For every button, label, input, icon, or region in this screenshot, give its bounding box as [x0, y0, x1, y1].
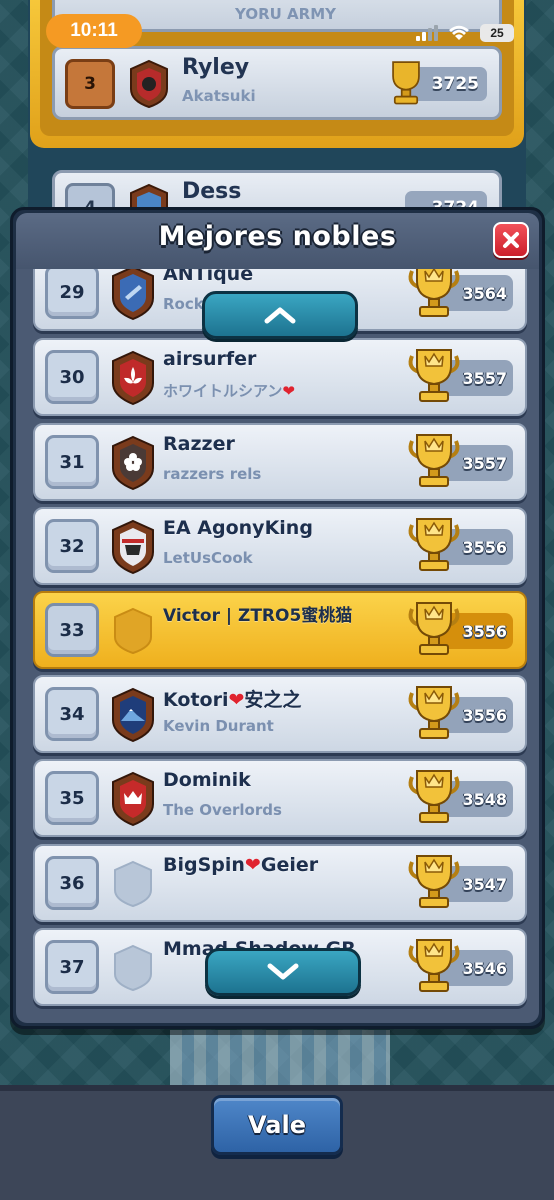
player-name: ANTique	[163, 269, 254, 285]
trophy-icon	[408, 939, 460, 992]
player-name-suffix: 安之之	[244, 689, 302, 711]
trophy-icon	[408, 434, 460, 487]
chevron-down-icon	[267, 963, 299, 980]
signal-icon	[416, 25, 438, 41]
clan-badge-icon	[112, 350, 154, 406]
scroll-down-button[interactable]	[205, 948, 361, 996]
battery-indicator: 25	[480, 24, 514, 42]
no-clan-badge-icon	[114, 944, 152, 992]
scroll-up-button[interactable]	[202, 291, 358, 339]
ok-button[interactable]: Vale	[211, 1095, 343, 1155]
trophy-icon	[408, 855, 460, 908]
rank-number: 32	[45, 519, 99, 573]
chevron-up-icon	[264, 307, 296, 324]
list-item[interactable]: 31 Razzer razzers rels 3557	[33, 423, 527, 501]
trophy-icon	[408, 349, 460, 402]
no-clan-badge-icon	[114, 607, 152, 655]
clan-badge-icon	[112, 519, 154, 575]
background-row-clan: YORU ARMY	[235, 5, 336, 23]
clan-badge-icon	[112, 269, 154, 321]
list-item[interactable]: 35 Dominik The Overlords 3548	[33, 759, 527, 837]
rank-number: 37	[45, 940, 99, 994]
bottom-bar-edge	[0, 1085, 554, 1091]
rank-number: 36	[45, 856, 99, 910]
trophy-icon	[408, 686, 460, 739]
close-icon	[503, 232, 519, 248]
clan-name: Rock	[163, 295, 204, 313]
modal-title: Mejores nobles	[158, 221, 397, 252]
player-name-text: Kotori	[163, 689, 229, 711]
status-time: 10:11	[46, 14, 142, 48]
rank-number: 34	[45, 687, 99, 741]
clan-badge-icon	[112, 435, 154, 491]
trophy-icon	[408, 269, 460, 317]
list-item[interactable]: 34 Kotori❤安之之 Kevin Durant 3556	[33, 675, 527, 753]
trophy-icon	[408, 770, 460, 823]
trophy-icon	[408, 602, 460, 655]
list-item-current-player[interactable]: 33 Victor | ZTRO5蜜桃猫 3556	[33, 591, 527, 669]
rank-number: 30	[45, 350, 99, 404]
clan-name: The Overlords	[163, 801, 282, 819]
list-item[interactable]: 30 airsurfer ホワイトルシアン❤ 3557	[33, 338, 527, 416]
player-name-suffix: Geier	[260, 854, 319, 876]
status-icons: 25	[416, 24, 514, 42]
player-name: Kotori❤安之之	[163, 685, 301, 712]
clan-badge-icon	[112, 771, 154, 827]
clan-name-text: ホワイトルシアン	[163, 382, 283, 400]
player-name: airsurfer	[163, 348, 257, 370]
modal-header: Mejores nobles	[16, 213, 539, 269]
heart-icon: ❤	[244, 854, 261, 876]
background-player-name: Dess	[182, 179, 242, 204]
player-name: Victor | ZTRO5蜜桃猫	[163, 606, 353, 626]
player-name-text: BigSpin	[163, 854, 245, 876]
rank-number: 31	[45, 435, 99, 489]
rank-number: 33	[45, 603, 99, 657]
background-clan-name: Akatsuki	[182, 87, 256, 105]
trophy-icon	[392, 61, 420, 105]
clan-badge-icon	[130, 59, 168, 109]
clan-name: Kevin Durant	[163, 717, 274, 735]
top-players-modal: Mejores nobles 29 ANTique Rock 3564 30 a…	[10, 207, 545, 1029]
player-name: EA AgonyKing	[163, 517, 313, 539]
rank-number: 35	[45, 771, 99, 825]
list-item[interactable]: 36 BigSpin❤Geier 3547	[33, 844, 527, 922]
background-row-3: 3 Ryley Akatsuki 3725	[52, 46, 502, 120]
heart-icon: ❤	[228, 689, 245, 711]
clan-badge-icon	[112, 687, 154, 743]
players-list[interactable]: 29 ANTique Rock 3564 30 airsurfer ホワイトルシ…	[16, 269, 539, 1023]
no-clan-badge-icon	[114, 860, 152, 908]
background-player-name: Ryley	[182, 55, 250, 80]
arena-decoration	[170, 1030, 390, 1085]
list-item[interactable]: 32 EA AgonyKing LetUsCook 3556	[33, 507, 527, 585]
clan-name: razzers rels	[163, 465, 262, 483]
player-name: Razzer	[163, 433, 235, 455]
player-name: Dominik	[163, 769, 251, 791]
clan-name: ホワイトルシアン❤	[163, 380, 295, 401]
wifi-icon	[449, 25, 469, 40]
player-name: BigSpin❤Geier	[163, 854, 318, 876]
clan-name: LetUsCook	[163, 549, 253, 567]
close-button[interactable]	[493, 222, 529, 258]
background-rank: 3	[65, 59, 115, 109]
trophy-icon	[408, 518, 460, 571]
rank-number: 29	[45, 269, 99, 319]
heart-icon: ❤	[282, 382, 295, 400]
